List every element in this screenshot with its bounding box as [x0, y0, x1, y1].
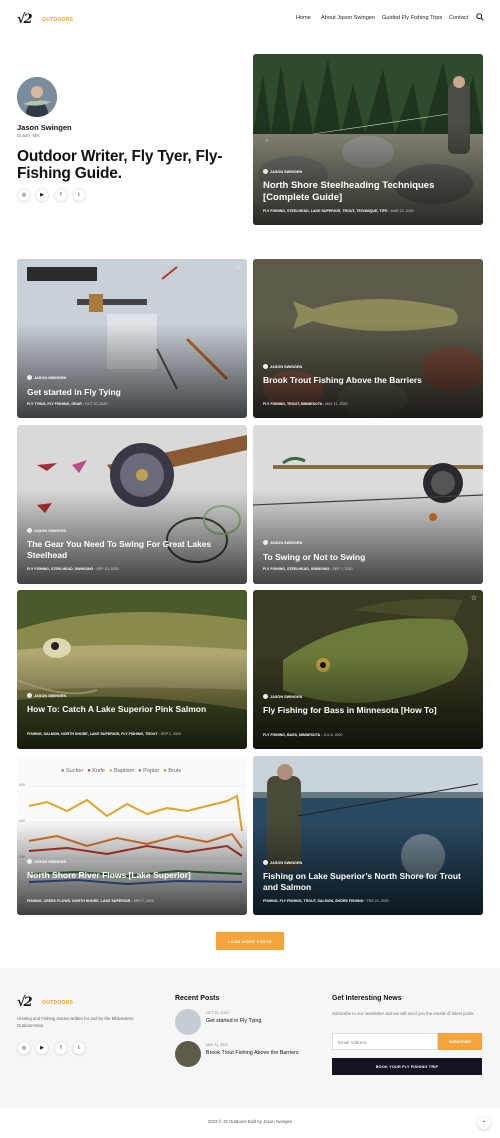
card-title[interactable]: North Shore Steelheading Techniques [Com…	[263, 180, 473, 204]
star-icon[interactable]: ☆	[235, 263, 241, 271]
featured-post-card[interactable]: ‹ JASON SWINGEN North Shore Steelheading…	[253, 54, 483, 225]
search-icon[interactable]	[476, 13, 484, 21]
book-trip-button[interactable]: BOOK YOUR FLY FISHING TRIP	[332, 1058, 482, 1075]
card-title[interactable]: Get started in Fly Tying	[27, 387, 237, 398]
post-card[interactable]: ☆ JASON SWINGEN Fly Fishing for Bass in …	[253, 590, 483, 749]
card-author: JASON SWINGEN	[27, 375, 66, 380]
card-author: JASON SWINGEN	[263, 540, 302, 545]
site-header: √2 OUTDOORS Home About Jason Swingen Gui…	[0, 0, 500, 40]
card-title[interactable]: To Swing or Not to Swing	[263, 552, 473, 563]
card-meta: FLY FISHING, BASS, MINNESOTA · JUL 8, 20…	[263, 733, 343, 737]
load-more-button[interactable]: LOAD MORE POSTS	[216, 932, 284, 950]
card-meta: FISHING, SALMON, NORTH SHORE, LAKE SUPER…	[27, 732, 181, 736]
author-avatar-icon	[263, 364, 268, 369]
legend-baptism: ● Baptism	[109, 768, 135, 774]
card-meta: FLY FISHING, STEELHEAD, LAKE SUPERIOR, T…	[263, 209, 414, 213]
card-author: JASON SWINGEN	[263, 169, 302, 174]
recent-posts-heading: Recent Posts	[175, 995, 220, 1002]
y-tick: 600	[19, 783, 25, 787]
newsletter-heading: Get Interesting News	[332, 995, 402, 1002]
site-logo[interactable]: √2 OUTDOORS	[17, 12, 77, 27]
logo-subtext: OUTDOORS	[42, 17, 74, 23]
post-card[interactable]: JASON SWINGEN To Swing or Not to Swing F…	[253, 425, 483, 584]
logo-mark: √2	[17, 995, 33, 1010]
recent-post-title[interactable]: Get started in Fly Tying	[206, 1018, 261, 1024]
card-meta: FISHING, CREEK FLOWS, NORTH SHORE, LAKE …	[27, 899, 154, 903]
card-meta: FLY TYING, FLY FISHING, GEAR · OCT 20, 2…	[27, 402, 108, 406]
post-card[interactable]: JASON SWINGEN The Gear You Need To Swing…	[17, 425, 247, 584]
facebook-icon[interactable]: f	[55, 189, 67, 201]
logo-mark: √2	[17, 12, 33, 27]
nav-home[interactable]: Home	[296, 15, 311, 21]
card-title[interactable]: How To: Catch A Lake Superior Pink Salmo…	[27, 704, 237, 715]
card-author: JASON SWINGEN	[263, 860, 302, 865]
author-avatar-icon	[263, 694, 268, 699]
nav-contact[interactable]: Contact	[449, 15, 468, 21]
nav-about[interactable]: About Jason Swingen	[321, 15, 375, 21]
recent-post-date: OCT 20, 2020	[206, 1011, 229, 1015]
card-meta: FLY FISHING, TROUT, MINNESOTA · MAY 11, …	[263, 402, 348, 406]
author-avatar-icon	[27, 375, 32, 380]
legend-poplar: ● Poplar	[138, 768, 160, 774]
card-author: JASON SWINGEN	[27, 859, 66, 864]
card-meta: FISHING, FLY FISHING, TROUT, SALMON, SHO…	[263, 899, 389, 903]
post-card[interactable]: JASON SWINGEN Brook Trout Fishing Above …	[253, 259, 483, 418]
card-title[interactable]: North Shore River Flows [Lake Superior]	[27, 870, 237, 881]
card-meta: FLY FISHING, STEELHEAD, SWINGING · SEP 7…	[263, 567, 353, 571]
twitter-icon[interactable]: t	[73, 1042, 85, 1054]
post-card[interactable]: JASON SWINGEN Fishing on Lake Superior’s…	[253, 756, 483, 915]
youtube-icon[interactable]: ▶	[36, 189, 48, 201]
twitter-icon[interactable]: t	[73, 189, 85, 201]
author-name: Jason Swingen	[17, 123, 72, 132]
nav-guided-trips[interactable]: Guided Fly Fishing Trips	[382, 15, 442, 21]
footer-logo[interactable]: √2 OUTDOORS	[17, 995, 77, 1010]
recent-post-thumb[interactable]	[175, 1009, 201, 1035]
recent-post-title[interactable]: Brook Trout Fishing Above the Barriers	[206, 1050, 299, 1056]
footer-about-text: Hunting and Fishing stories written for …	[17, 1016, 134, 1028]
card-meta: FLY FISHING, STEELHEAD, SWINGING · SEP 1…	[27, 567, 119, 571]
subscribe-button[interactable]: SUBSCRIBE	[438, 1033, 482, 1050]
newsletter-text: Subscribe to our newsletter and we will …	[332, 1011, 475, 1016]
author-avatar-icon	[263, 860, 268, 865]
card-author: JASON SWINGEN	[27, 528, 66, 533]
author-avatar-icon	[27, 693, 32, 698]
instagram-icon[interactable]: ◎	[18, 1042, 30, 1054]
card-author: JASON SWINGEN	[263, 694, 302, 699]
star-icon[interactable]: ☆	[471, 594, 477, 602]
legend-knife: ● Knife	[87, 768, 106, 774]
recent-post-date: MAY 11, 2020	[206, 1043, 229, 1047]
youtube-icon[interactable]: ▶	[36, 1042, 48, 1054]
logo-subtext: OUTDOORS	[42, 1000, 74, 1006]
author-avatar-icon	[27, 528, 32, 533]
chart-legend: ● Sucker ● Knife ● Baptism ● Poplar ● Br…	[61, 768, 181, 774]
instagram-icon[interactable]: ◎	[18, 189, 30, 201]
email-input[interactable]: Email Address	[332, 1033, 438, 1050]
card-title[interactable]: Brook Trout Fishing Above the Barriers	[263, 375, 473, 386]
recent-post-thumb[interactable]	[175, 1041, 201, 1067]
copyright: 2023 © JS Outdoors Built by Jason Swinge…	[207, 1119, 293, 1124]
post-card[interactable]: ☆ JASON SWINGEN Get started in Fly Tying…	[17, 259, 247, 418]
author-avatar-icon	[27, 859, 32, 864]
card-title[interactable]: Fly Fishing for Bass in Minnesota [How T…	[263, 705, 473, 716]
back-to-top-icon[interactable]: ⌃	[478, 1117, 490, 1129]
author-avatar	[17, 77, 57, 117]
post-card[interactable]: ● Sucker ● Knife ● Baptism ● Poplar ● Br…	[17, 756, 247, 915]
chevron-left-icon[interactable]: ‹	[266, 138, 268, 144]
author-location: Duluth, MN	[17, 133, 40, 138]
card-title[interactable]: The Gear You Need To Swing For Great Lak…	[27, 539, 237, 561]
card-author: JASON SWINGEN	[263, 364, 302, 369]
card-title[interactable]: Fishing on Lake Superior’s North Shore f…	[263, 871, 473, 893]
facebook-icon[interactable]: f	[55, 1042, 67, 1054]
author-avatar-icon	[263, 540, 268, 545]
legend-brule: ● Brule	[163, 768, 182, 774]
author-avatar-icon	[263, 169, 268, 174]
legend-sucker: ● Sucker	[61, 768, 84, 774]
post-card[interactable]: JASON SWINGEN How To: Catch A Lake Super…	[17, 590, 247, 749]
card-author: JASON SWINGEN	[27, 693, 66, 698]
author-tagline: Outdoor Writer, Fly Tyer, Fly-Fishing Gu…	[17, 148, 223, 182]
